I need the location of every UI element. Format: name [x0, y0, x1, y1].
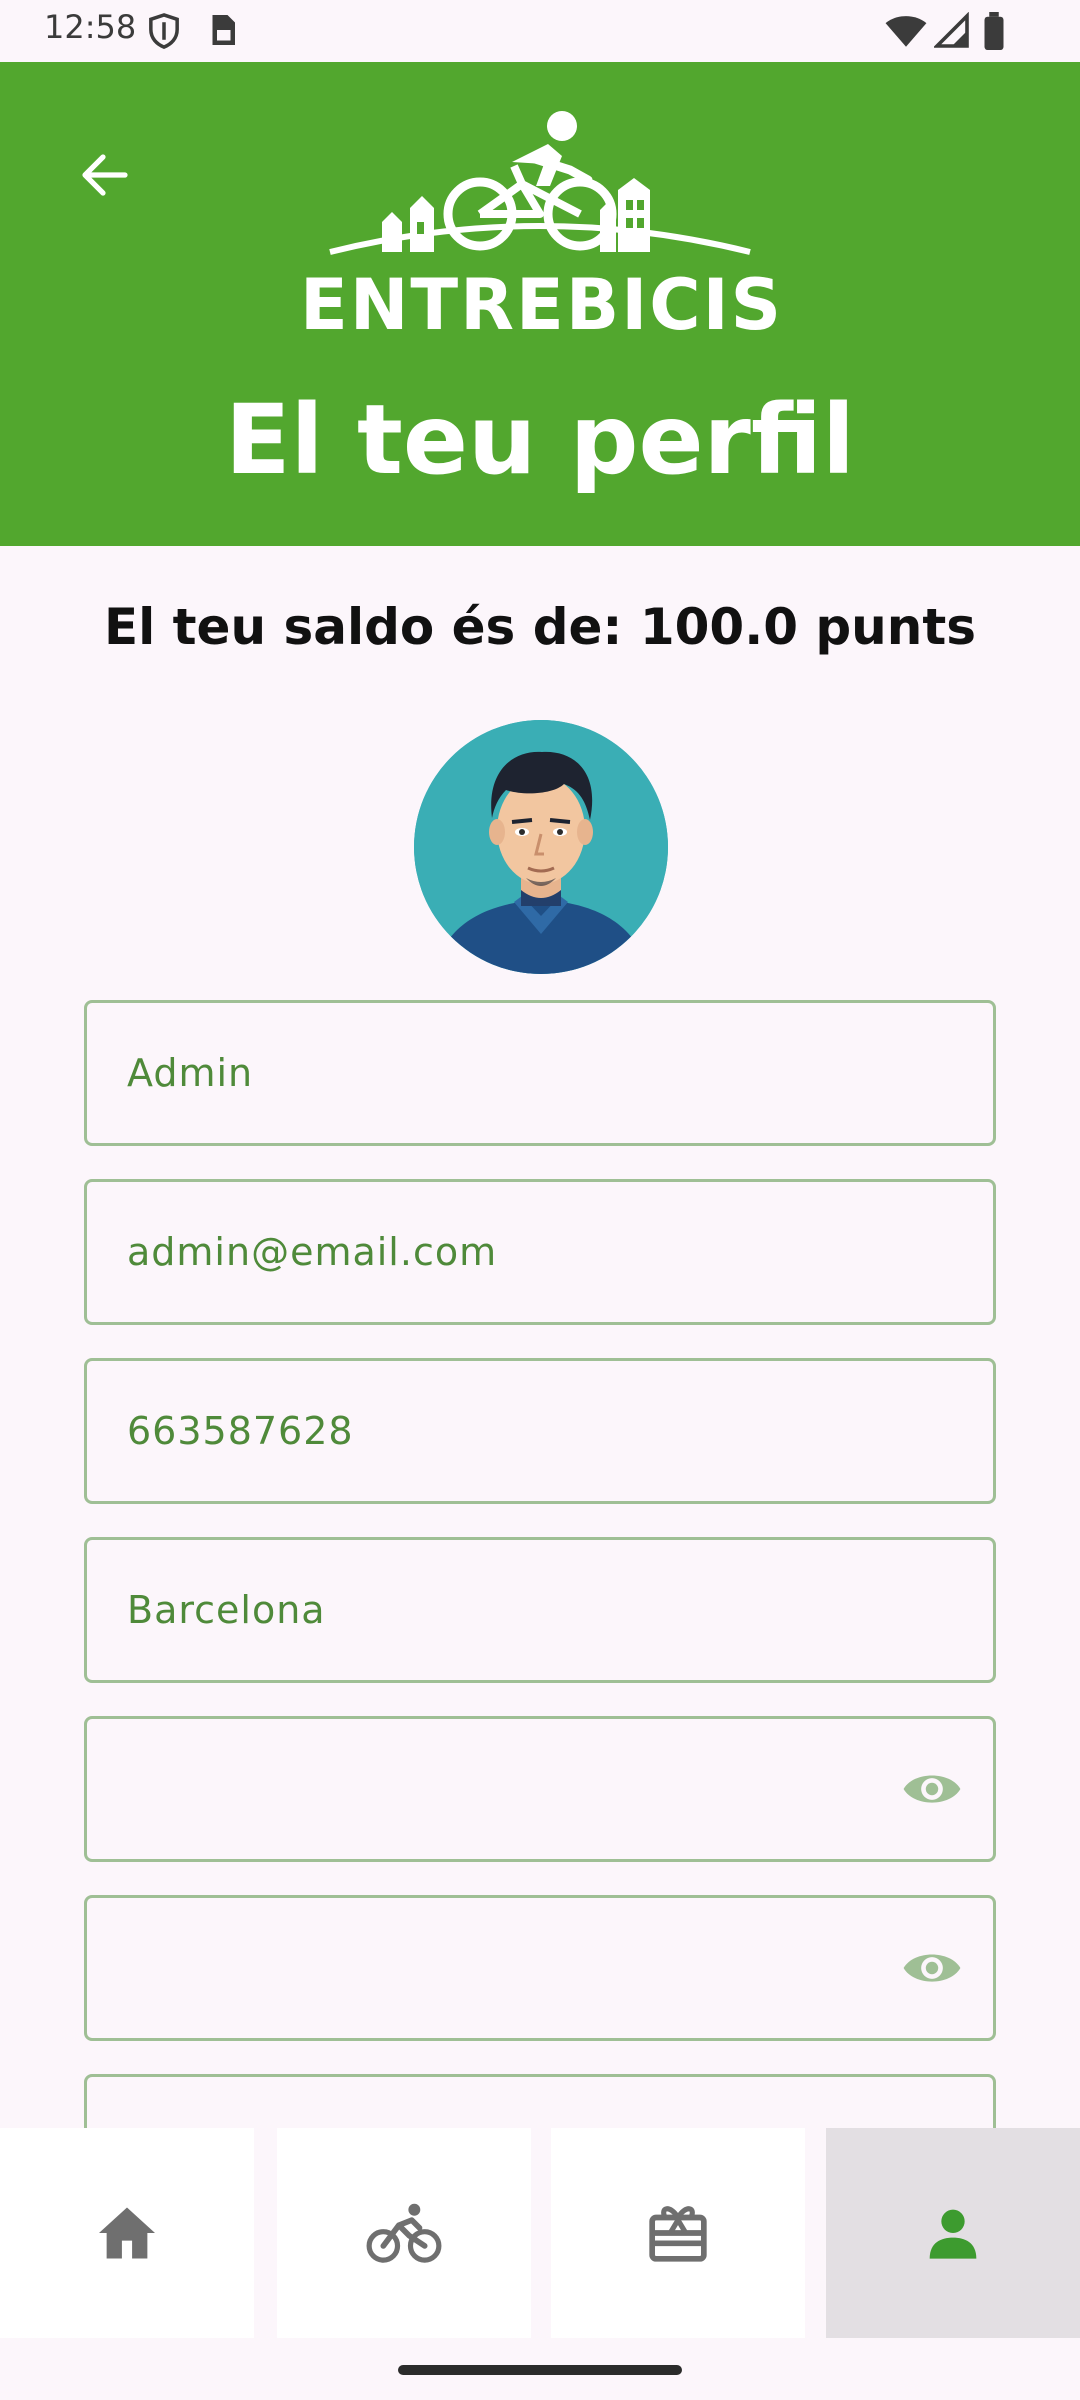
arrow-left-icon [82, 154, 128, 196]
avatar[interactable] [414, 720, 668, 974]
status-bar: 12:58 [0, 0, 1080, 62]
password-input[interactable] [127, 1719, 907, 1859]
battery-icon [984, 12, 1004, 50]
shield-icon [149, 13, 179, 49]
bike-icon [366, 2203, 442, 2263]
nav-item-rewards[interactable] [551, 2128, 805, 2338]
person-icon [929, 2209, 977, 2259]
points-balance: El teu saldo és de: 100.0 punts [103, 598, 977, 656]
eye-icon[interactable] [901, 1763, 963, 1815]
logo-text: ENTREBICIS [300, 264, 784, 346]
signal-icon [934, 12, 969, 48]
city-input[interactable] [127, 1540, 907, 1680]
home-icon [99, 2207, 155, 2259]
home-indicator[interactable] [398, 2365, 682, 2375]
username-field[interactable] [84, 1000, 996, 1146]
confirm-password-field[interactable] [84, 1895, 996, 2041]
user-avatar-illustration [414, 720, 668, 974]
cyclist-logo-icon [329, 111, 751, 255]
phone-field[interactable] [84, 1358, 996, 1504]
back-button[interactable] [70, 140, 140, 210]
sim-card-icon [212, 15, 235, 45]
page-title: El teu perfil [225, 384, 855, 496]
wifi-icon [885, 16, 927, 47]
nav-item-home[interactable] [0, 2128, 254, 2338]
app-header: ENTREBICIS El teu perfil [0, 62, 1080, 546]
bottom-navigation [0, 2128, 1080, 2338]
eye-icon[interactable] [901, 1942, 963, 1994]
username-input[interactable] [127, 1003, 907, 1143]
confirm-password-input[interactable] [127, 1898, 907, 2038]
phone-input[interactable] [127, 1361, 907, 1501]
gift-card-icon [649, 2206, 707, 2262]
city-field[interactable] [84, 1537, 996, 1683]
nav-item-profile[interactable] [826, 2128, 1080, 2338]
status-time: 12:58 [44, 8, 137, 46]
email-field[interactable] [84, 1179, 996, 1325]
app-logo: ENTREBICIS [300, 100, 781, 340]
nav-item-rides[interactable] [277, 2128, 531, 2338]
password-field[interactable] [84, 1716, 996, 1862]
email-input[interactable] [127, 1182, 907, 1322]
